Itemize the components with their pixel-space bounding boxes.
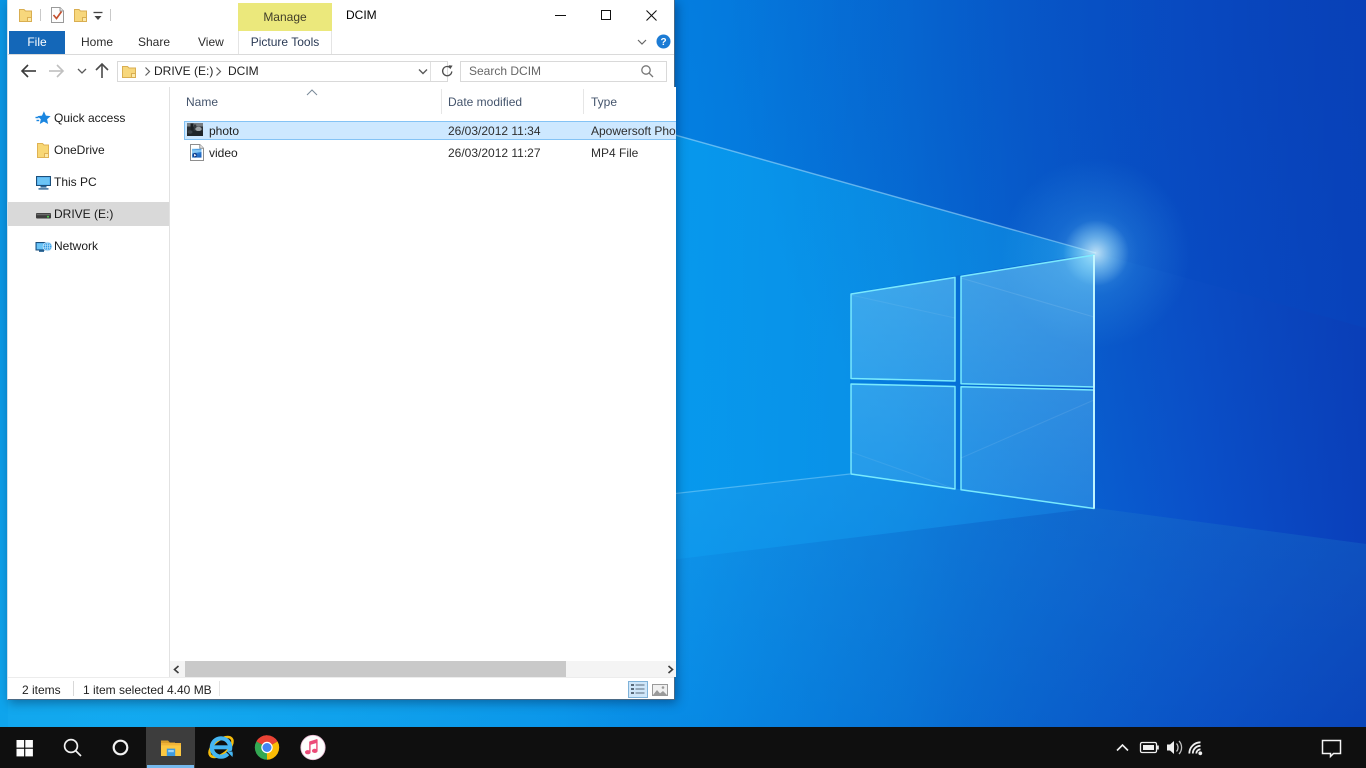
svg-text:?: ? — [660, 37, 666, 48]
